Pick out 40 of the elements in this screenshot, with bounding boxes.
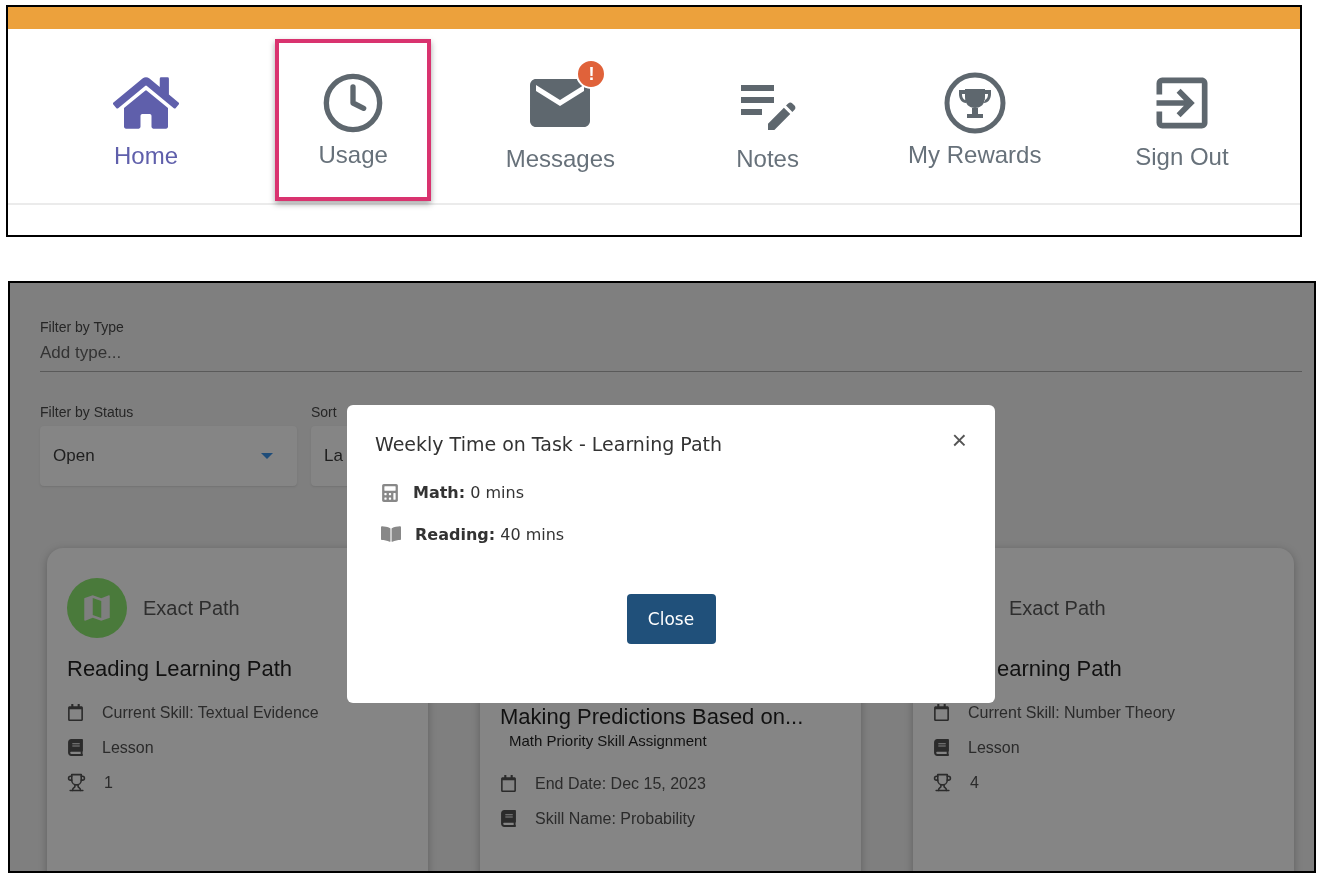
calendar-icon	[933, 704, 950, 721]
trophy-icon	[933, 773, 952, 792]
nav-item[interactable]: Usage	[275, 39, 432, 201]
card-detail: Lesson	[968, 738, 1020, 757]
trophy-icon	[67, 773, 86, 792]
field-label: Filter by Status	[40, 404, 135, 420]
time-entry: Reading: 40 mins	[415, 524, 565, 544]
status-select[interactable]: Open	[40, 426, 297, 486]
card-title: Reading Learning Path	[67, 656, 294, 682]
book-icon	[500, 810, 517, 827]
caret-icon	[261, 453, 273, 459]
field-label: Sort	[311, 404, 338, 420]
calculator-icon	[381, 483, 399, 502]
card-detail: End Date: Dec 15, 2023	[535, 774, 706, 793]
book-icon	[933, 739, 950, 756]
provider-name: Exact Path	[143, 596, 240, 620]
book-icon	[381, 524, 401, 544]
calendar-icon	[67, 704, 84, 721]
time-entry: Math: 0 mins	[413, 483, 524, 502]
dialog-title: Weekly Time on Task - Learning Path	[375, 433, 723, 455]
card-detail: 1	[104, 773, 113, 792]
card-detail: 4	[970, 773, 979, 792]
calendar-icon	[500, 775, 517, 792]
trophy-icon	[942, 71, 1007, 135]
close-button[interactable]: Close	[626, 594, 716, 644]
book-icon	[67, 739, 84, 756]
card-detail: Current Skill: Textual Evidence	[102, 703, 319, 722]
assignment-card[interactable]: Exact Path earning Path Current Skill: Number Theory Lesson 4	[913, 548, 1294, 871]
alert-badge: !	[576, 59, 607, 89]
card-detail: Lesson	[102, 738, 154, 757]
assignment-card[interactable]: Exact Path Reading Learning Path Current Skill: Textual Evidence Lesson 1	[47, 548, 428, 871]
provider-name: Exact Path	[1009, 596, 1106, 620]
card-subtitle: Math Priority Skill Assignment	[509, 732, 708, 749]
card-detail: Skill Name: Probability	[535, 809, 696, 828]
type-field[interactable]: Add type...	[40, 337, 1302, 372]
card-detail: Current Skill: Number Theory	[968, 703, 1175, 722]
card-title: earning Path	[996, 656, 1123, 682]
card-title: Making Predictions Based on...	[500, 704, 805, 730]
field-label: Filter by Type	[40, 319, 125, 335]
close-button[interactable]: ×	[951, 427, 967, 453]
